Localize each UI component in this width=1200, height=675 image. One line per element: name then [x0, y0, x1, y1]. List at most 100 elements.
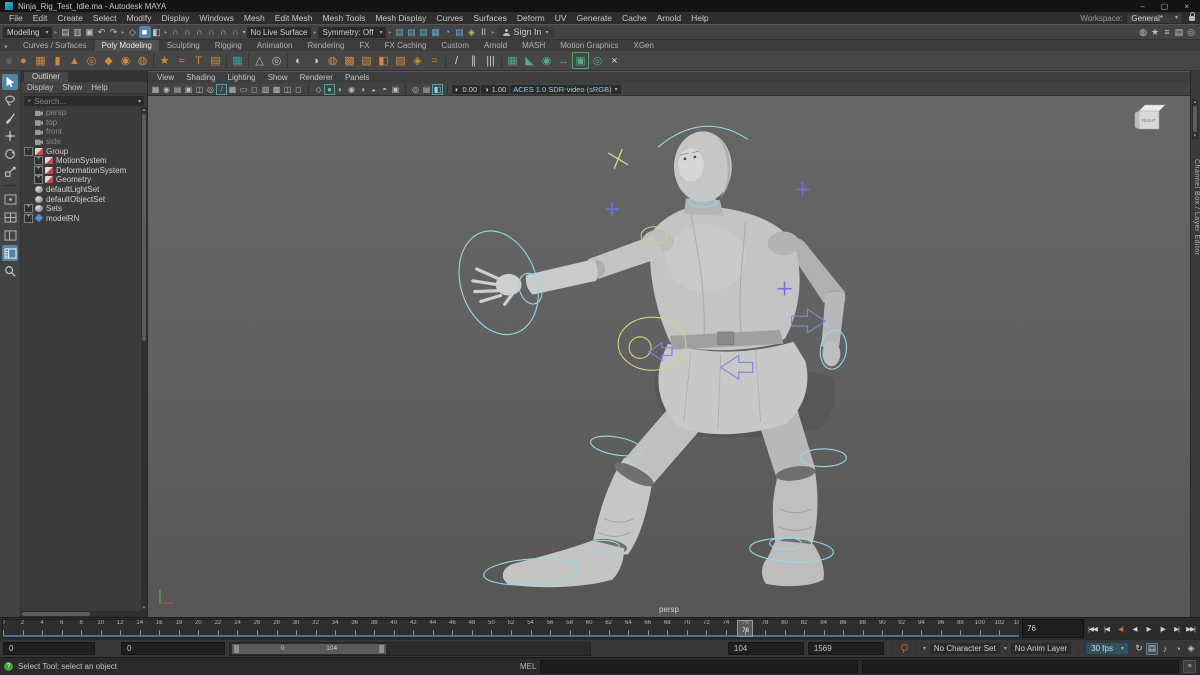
range-slider-range[interactable]: 0 104: [232, 643, 386, 654]
sign-in-button[interactable]: Sign In ▾: [496, 26, 555, 38]
menu-item[interactable]: Edit: [28, 13, 53, 23]
ipr-render-icon[interactable]: ▤: [405, 26, 417, 38]
expander-icon[interactable]: -: [24, 146, 33, 156]
shadows-toggle-icon[interactable]: ◑: [357, 84, 368, 95]
select-by-hierarchy-icon[interactable]: ◇: [127, 26, 139, 38]
bevel-icon[interactable]: ◈: [409, 52, 426, 69]
menu-item[interactable]: Mesh: [239, 13, 270, 23]
poly-cube-icon[interactable]: ▦: [32, 52, 49, 69]
hypershade-icon[interactable]: ◈: [465, 26, 477, 38]
menu-item[interactable]: Create: [52, 13, 88, 23]
symmetrize-icon[interactable]: ▣: [572, 52, 589, 69]
menu-item[interactable]: Mesh Display: [370, 13, 431, 23]
channel-box-toggle-icon[interactable]: ≡: [1161, 26, 1173, 38]
maximize-button[interactable]: ▢: [1161, 2, 1169, 11]
viewport-menu-item[interactable]: Panels: [340, 73, 374, 82]
outliner-search-input[interactable]: + Search... ▾: [24, 96, 144, 106]
menu-item[interactable]: Edit Mesh: [270, 13, 318, 23]
multisampling-icon[interactable]: ▣: [390, 84, 401, 95]
colorspace-dropdown[interactable]: ACES 1.0 SDR-video (sRGB) ▾: [510, 84, 621, 94]
shelf-menu-icon[interactable]: ▾: [4, 43, 8, 51]
viewport-menu-item[interactable]: Renderer: [295, 73, 338, 82]
animation-end-field[interactable]: 1569: [807, 642, 884, 655]
shelf-tab-mash[interactable]: MASH: [515, 40, 552, 51]
expander-icon[interactable]: +: [24, 204, 33, 214]
menu-item[interactable]: Mesh Tools: [318, 13, 371, 23]
snap-to-curve-icon[interactable]: ∩: [182, 26, 194, 38]
shelf-tab-sculpting[interactable]: Sculpting: [160, 40, 207, 51]
lock-icon[interactable]: [1189, 11, 1195, 21]
close-button[interactable]: ×: [1184, 2, 1189, 11]
channel-box-tab[interactable]: Channel Box / Layer Editor: [1191, 159, 1200, 256]
tool-settings-toggle-icon[interactable]: ◎: [1185, 26, 1197, 38]
viewport-menu-item[interactable]: Lighting: [223, 73, 261, 82]
camera-attributes-icon[interactable]: ▤: [172, 84, 183, 95]
symmetry-dropdown[interactable]: Symmetry: Off ▾: [318, 26, 387, 38]
step-forward-frame-button[interactable]: |▶: [1156, 622, 1169, 635]
undo-icon[interactable]: ↶: [96, 26, 108, 38]
sweep-mesh-icon[interactable]: ≈: [173, 52, 190, 69]
poly-torus-icon[interactable]: ◎: [83, 52, 100, 69]
motion-blur-toggle-icon[interactable]: ◓: [379, 84, 390, 95]
shelf-tab-rendering[interactable]: Rendering: [300, 40, 351, 51]
outliner-item-deformationsystem[interactable]: + DeformationSystem: [21, 165, 141, 176]
launch-render-view-icon[interactable]: ▤: [453, 26, 465, 38]
snap-to-view-plane-icon[interactable]: ∩: [218, 26, 230, 38]
field-chart-icon[interactable]: ▩: [271, 84, 282, 95]
step-back-frame-button[interactable]: ◀|: [1114, 622, 1127, 635]
go-to-end-button[interactable]: ▶▶|: [1184, 622, 1197, 635]
layout-four-pane[interactable]: [2, 209, 18, 225]
reduce-icon[interactable]: ▨: [358, 52, 375, 69]
play-forwards-button[interactable]: ▶: [1142, 622, 1155, 635]
step-back-key-button[interactable]: |◀: [1100, 622, 1113, 635]
toon-shading-icon[interactable]: ◔: [441, 26, 453, 38]
bookmarks-icon[interactable]: ▣: [183, 84, 194, 95]
outliner-item-top[interactable]: +top: [21, 118, 141, 128]
combine-icon[interactable]: ◐: [290, 52, 307, 69]
set-key-icon[interactable]: [899, 644, 908, 653]
svg-tool-icon[interactable]: ▤: [207, 52, 224, 69]
expander-icon[interactable]: +: [34, 165, 43, 175]
shelf-tab-animation[interactable]: Animation: [250, 40, 300, 51]
bridge-icon[interactable]: =: [426, 52, 443, 69]
play-backwards-button[interactable]: ◀: [1128, 622, 1141, 635]
layout-outliner-persp[interactable]: [2, 245, 18, 261]
outliner-item-modelrn[interactable]: + modelRN: [21, 213, 141, 224]
playback-start-field[interactable]: 0: [121, 642, 225, 655]
isolate-select-icon[interactable]: ◎: [410, 84, 421, 95]
outliner-vertical-scrollbar[interactable]: ▴ ▾: [141, 107, 147, 611]
redo-icon[interactable]: ↷: [108, 26, 120, 38]
chevron-down-icon[interactable]: ▾: [923, 645, 926, 652]
quick-select-set-icon[interactable]: ◎: [268, 52, 285, 69]
resolution-gate-icon[interactable]: ◻: [249, 84, 260, 95]
make-live-icon[interactable]: ∩: [230, 26, 242, 38]
range-handle-right[interactable]: [378, 644, 384, 653]
viewport-menu-item[interactable]: View: [152, 73, 179, 82]
render-sequence-icon[interactable]: ▤: [417, 26, 429, 38]
outliner-item-side[interactable]: +side: [21, 137, 141, 147]
anim-layer-dropdown[interactable]: No Anim Layer: [1010, 643, 1072, 654]
outliner-item-persp[interactable]: +persp: [21, 108, 141, 118]
target-weld-icon[interactable]: ◉: [538, 52, 555, 69]
gate-mask-icon[interactable]: ▧: [260, 84, 271, 95]
menu-item[interactable]: Deform: [512, 13, 550, 23]
expander-icon[interactable]: +: [24, 213, 33, 223]
script-editor-icon[interactable]: ≡: [1183, 660, 1197, 673]
paint-select-tool[interactable]: [2, 110, 18, 126]
wireframe-mode-icon[interactable]: ◇: [313, 84, 324, 95]
expander-icon[interactable]: +: [34, 175, 43, 185]
modeling-toolkit-icon[interactable]: ◍: [1137, 26, 1149, 38]
offset-edge-loop-icon[interactable]: |||: [482, 52, 499, 69]
menu-item[interactable]: Select: [88, 13, 122, 23]
poly-sphere-icon[interactable]: ●: [15, 52, 32, 69]
layout-single-pane[interactable]: [2, 191, 18, 207]
multi-cut-icon[interactable]: /: [448, 52, 465, 69]
shaded-mode-icon[interactable]: ●: [324, 83, 335, 95]
boolean-union-icon[interactable]: ◍: [324, 52, 341, 69]
menu-item[interactable]: Cache: [617, 13, 652, 23]
current-frame-marker[interactable]: 76: [737, 620, 754, 637]
poly-disc-icon[interactable]: ◉: [117, 52, 134, 69]
insert-edge-loop-icon[interactable]: ∥: [465, 52, 482, 69]
2d-pan-zoom-icon[interactable]: ◎: [205, 84, 216, 95]
exposure-field[interactable]: ◐ 0.00: [452, 84, 481, 94]
